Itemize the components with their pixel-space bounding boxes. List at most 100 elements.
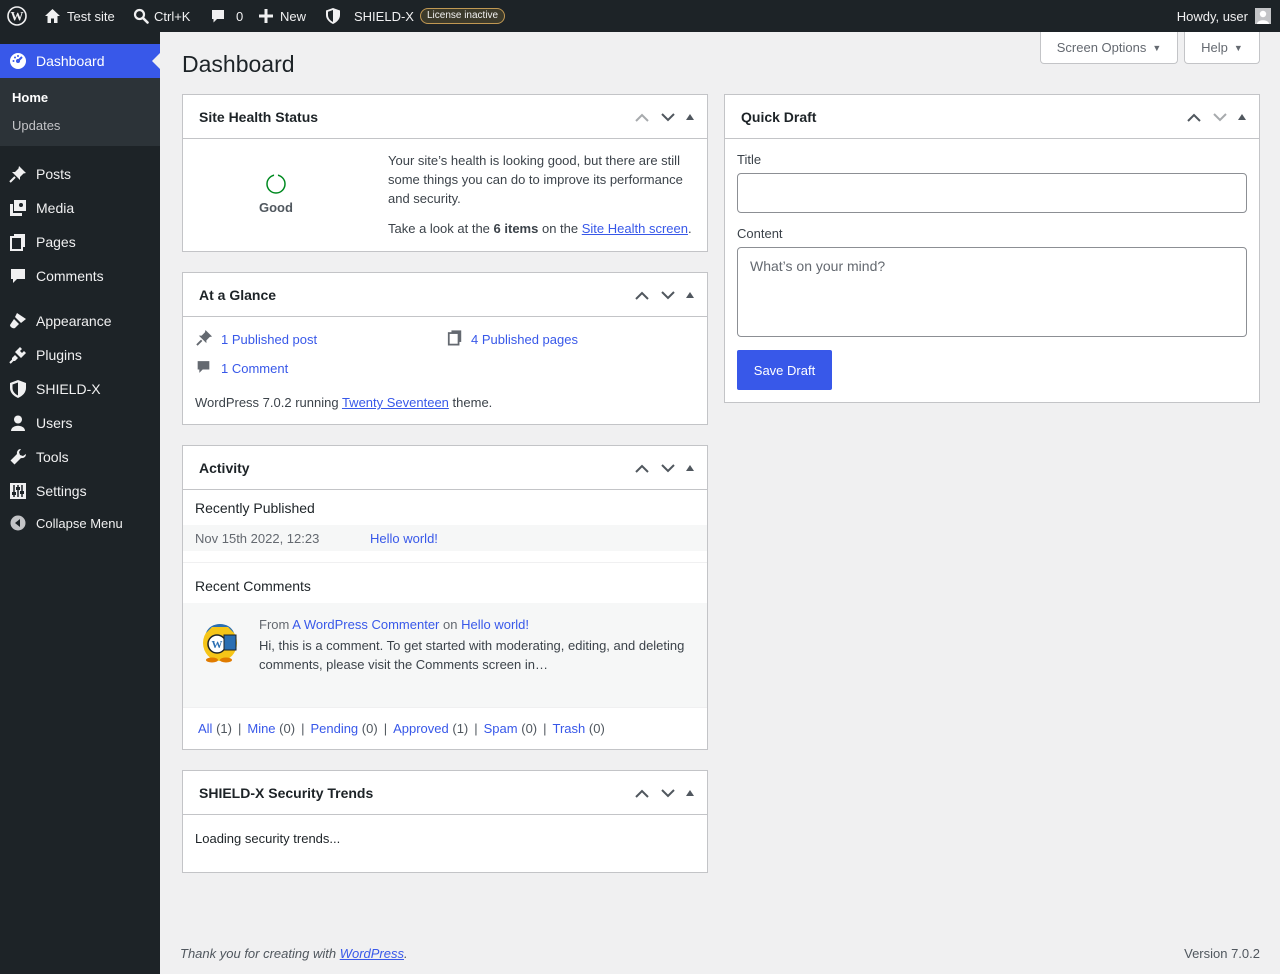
pushpin-icon bbox=[196, 329, 213, 349]
move-up-icon[interactable] bbox=[629, 107, 655, 127]
filter-trash[interactable]: Trash bbox=[553, 721, 586, 736]
site-name-link[interactable]: Test site bbox=[44, 0, 115, 32]
comments-link[interactable]: 0 bbox=[210, 0, 243, 32]
title-field-label: Title bbox=[737, 152, 762, 167]
collapse-arrow-icon bbox=[0, 515, 36, 531]
widget-header: SHIELD-X Security Trends bbox=[183, 771, 707, 815]
sidebar-item-appearance[interactable]: Appearance bbox=[0, 304, 160, 338]
move-up-icon[interactable] bbox=[629, 458, 655, 478]
submenu-updates[interactable]: Updates bbox=[12, 118, 60, 133]
account-menu[interactable]: Howdy, user bbox=[1177, 0, 1271, 32]
comment-from: From bbox=[259, 617, 290, 632]
user-icon bbox=[0, 414, 36, 432]
shield-icon bbox=[326, 8, 340, 24]
draft-title-input[interactable] bbox=[737, 173, 1247, 213]
command-palette-button[interactable]: Ctrl+K bbox=[133, 0, 190, 32]
help-label: Help bbox=[1201, 40, 1228, 55]
move-down-icon[interactable] bbox=[655, 107, 681, 127]
sidebar-item-label: Tools bbox=[36, 449, 69, 465]
new-content-menu[interactable]: New bbox=[259, 0, 306, 32]
filter-all[interactable]: All bbox=[198, 721, 212, 736]
filter-separator: | bbox=[383, 721, 388, 736]
svg-text:W: W bbox=[212, 639, 223, 651]
sidebar-item-plugins[interactable]: Plugins bbox=[0, 338, 160, 372]
widget-title: SHIELD-X Security Trends bbox=[199, 785, 374, 801]
license-status-badge: License inactive bbox=[419, 8, 506, 24]
pages-icon bbox=[0, 233, 36, 251]
sidebar-item-label: SHIELD-X bbox=[36, 381, 101, 397]
avatar bbox=[1255, 8, 1271, 24]
sidebar-item-label: Plugins bbox=[36, 347, 82, 363]
sidebar-item-dashboard[interactable]: Dashboard bbox=[0, 44, 160, 78]
move-down-icon[interactable] bbox=[1207, 107, 1233, 127]
search-icon bbox=[133, 8, 149, 24]
screen-options-label: Screen Options bbox=[1056, 40, 1147, 55]
published-post-link[interactable]: Hello world! bbox=[370, 531, 438, 546]
collapse-toggle-icon[interactable] bbox=[681, 783, 699, 803]
move-down-icon[interactable] bbox=[655, 458, 681, 478]
save-draft-button[interactable]: Save Draft bbox=[737, 350, 832, 390]
new-label: New bbox=[280, 8, 307, 24]
recent-comments-heading: Recent Comments bbox=[195, 578, 311, 594]
published-pages-link[interactable]: 4 Published pages bbox=[471, 332, 578, 347]
collapse-menu-button[interactable]: Collapse Menu bbox=[0, 506, 160, 540]
filter-count: (0) bbox=[361, 721, 378, 736]
divider bbox=[183, 562, 707, 563]
move-down-icon[interactable] bbox=[655, 783, 681, 803]
dashboard-gauge-icon bbox=[0, 52, 36, 70]
collapse-toggle-icon[interactable] bbox=[681, 107, 699, 127]
shield-icon bbox=[0, 380, 36, 398]
filter-approved[interactable]: Approved bbox=[393, 721, 449, 736]
admin-sidebar: Dashboard Home Updates Posts Media Pages… bbox=[0, 32, 160, 974]
sidebar-item-label: Pages bbox=[36, 234, 76, 250]
sidebar-item-tools[interactable]: Tools bbox=[0, 440, 160, 474]
move-up-icon[interactable] bbox=[629, 783, 655, 803]
filter-spam[interactable]: Spam bbox=[484, 721, 518, 736]
collapse-toggle-icon[interactable] bbox=[681, 458, 699, 478]
sidebar-item-shield[interactable]: SHIELD-X bbox=[0, 372, 160, 406]
pages-icon bbox=[447, 329, 463, 349]
loading-message: Loading security trends... bbox=[195, 831, 341, 846]
submenu-home[interactable]: Home bbox=[12, 90, 48, 105]
theme-link[interactable]: Twenty Seventeen bbox=[342, 395, 449, 410]
wordpress-version-line: WordPress 7.0.2 running Twenty Seventeen… bbox=[195, 395, 492, 410]
health-indicator bbox=[265, 173, 287, 198]
command-palette-shortcut: Ctrl+K bbox=[154, 8, 191, 24]
svg-text:W: W bbox=[11, 9, 24, 24]
comment-excerpt: Hi, this is a comment. To get started wi… bbox=[259, 638, 685, 672]
comment-author-link[interactable]: A WordPress Commenter bbox=[292, 617, 439, 632]
sidebar-item-posts[interactable]: Posts bbox=[0, 157, 160, 191]
shield-menu[interactable]: SHIELD-X License inactive bbox=[326, 0, 506, 32]
collapse-toggle-icon[interactable] bbox=[1233, 107, 1251, 127]
running-prefix: WordPress 7.0.2 running bbox=[195, 395, 339, 410]
site-health-screen-link[interactable]: Site Health screen bbox=[582, 221, 688, 236]
help-button[interactable]: Help ▼ bbox=[1184, 32, 1260, 64]
comment-bubble-icon bbox=[210, 8, 226, 24]
published-posts-link[interactable]: 1 Published post bbox=[221, 332, 317, 347]
footer-thanks-prefix: Thank you for creating with bbox=[180, 946, 337, 961]
move-up-icon[interactable] bbox=[629, 285, 655, 305]
widget-title: Site Health Status bbox=[199, 109, 319, 125]
health-items-count: 6 items bbox=[493, 221, 539, 236]
sidebar-item-users[interactable]: Users bbox=[0, 406, 160, 440]
sidebar-item-settings[interactable]: Settings bbox=[0, 474, 160, 508]
move-up-icon[interactable] bbox=[1181, 107, 1207, 127]
filter-pending[interactable]: Pending bbox=[310, 721, 358, 736]
sidebar-item-media[interactable]: Media bbox=[0, 191, 160, 225]
sidebar-item-comments[interactable]: Comments bbox=[0, 259, 160, 293]
sidebar-item-pages[interactable]: Pages bbox=[0, 225, 160, 259]
collapse-toggle-icon[interactable] bbox=[681, 285, 699, 305]
wordpress-link[interactable]: WordPress bbox=[340, 946, 404, 961]
screen-options-button[interactable]: Screen Options ▼ bbox=[1040, 32, 1178, 64]
filter-separator: | bbox=[301, 721, 305, 736]
filter-separator: | bbox=[543, 721, 547, 736]
draft-content-textarea[interactable] bbox=[737, 247, 1247, 337]
comments-link[interactable]: 1 Comment bbox=[221, 361, 288, 376]
filter-mine[interactable]: Mine bbox=[247, 721, 275, 736]
move-down-icon[interactable] bbox=[655, 285, 681, 305]
wordpress-logo-icon[interactable]: W bbox=[7, 0, 27, 32]
paintbrush-icon bbox=[0, 312, 36, 330]
comment-post-link[interactable]: Hello world! bbox=[461, 617, 529, 632]
filter-count: (1) bbox=[216, 721, 232, 736]
widget-header: Site Health Status bbox=[183, 95, 707, 139]
